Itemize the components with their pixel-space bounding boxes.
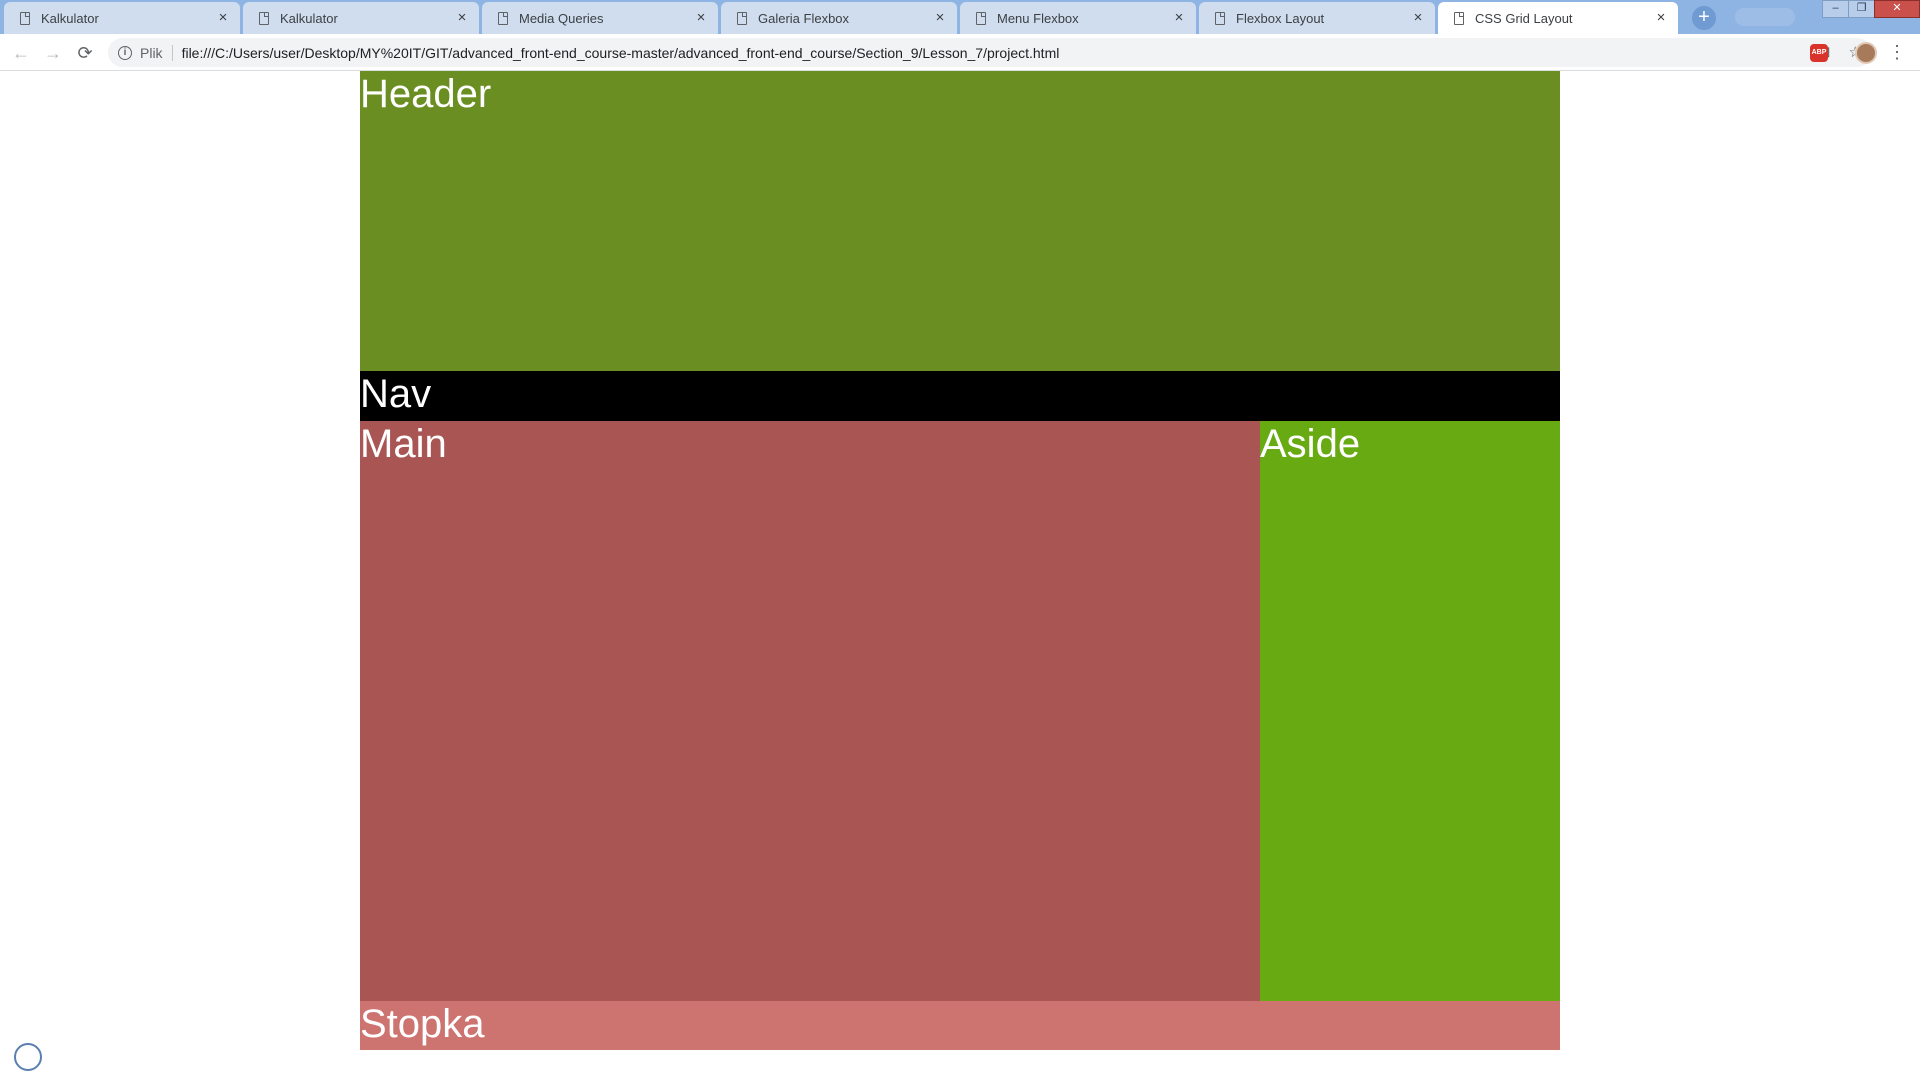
- tab-title: Kalkulator: [280, 10, 338, 26]
- tab-title: Kalkulator: [41, 10, 99, 26]
- tab-media-queries[interactable]: Media Queries ×: [482, 2, 718, 34]
- tab-flexbox-layout[interactable]: Flexbox Layout ×: [1199, 2, 1435, 34]
- browser-toolbar: ← → ⟳ i Plik file:///C:/Users/user/Deskt…: [0, 34, 1920, 71]
- close-icon[interactable]: ×: [931, 9, 949, 27]
- nav-label: Nav: [360, 372, 432, 416]
- kebab-menu-icon[interactable]: ⋮: [1888, 42, 1906, 64]
- profile-chip[interactable]: [1735, 8, 1795, 26]
- tab-menu-flexbox[interactable]: Menu Flexbox ×: [960, 2, 1196, 34]
- document-icon: [1215, 11, 1225, 25]
- close-icon[interactable]: ×: [692, 9, 710, 27]
- close-icon[interactable]: ×: [453, 9, 471, 27]
- close-icon[interactable]: ×: [214, 9, 232, 27]
- tab-kalkulator-1[interactable]: Kalkulator ×: [4, 2, 240, 34]
- info-icon[interactable]: i: [118, 45, 132, 60]
- close-icon[interactable]: ×: [1170, 9, 1188, 27]
- back-button[interactable]: ←: [9, 41, 33, 65]
- document-icon: [737, 11, 747, 25]
- header-label: Header: [360, 72, 492, 116]
- grid-nav: Nav: [360, 371, 1560, 421]
- tab-title: Media Queries: [519, 10, 604, 26]
- close-icon[interactable]: ×: [1409, 9, 1427, 27]
- grid-footer: Stopka: [360, 1001, 1560, 1050]
- grid-main: Main: [360, 421, 1260, 1001]
- page-viewport: Header Nav Main Aside Stopka: [0, 71, 1920, 1050]
- tab-strip: Kalkulator × Kalkulator × Media Queries …: [0, 0, 1920, 34]
- document-icon: [498, 11, 508, 25]
- window-controls: – ❐ ✕: [1822, 0, 1920, 18]
- adblock-extension-icon[interactable]: ABP: [1810, 44, 1828, 62]
- minimize-button[interactable]: –: [1822, 0, 1849, 18]
- document-icon: [20, 11, 30, 25]
- tab-title: Flexbox Layout: [1236, 10, 1325, 26]
- avatar[interactable]: [1855, 42, 1877, 64]
- divider: [171, 44, 173, 61]
- new-tab-button[interactable]: +: [1692, 6, 1716, 30]
- grid-container: Header Nav Main Aside Stopka: [360, 71, 1560, 1050]
- address-bar[interactable]: i Plik file:///C:/Users/user/Desktop/MY%…: [108, 38, 1872, 67]
- scheme-label: Plik: [140, 44, 163, 61]
- main-label: Main: [360, 422, 447, 466]
- maximize-button[interactable]: ❐: [1848, 0, 1875, 18]
- tab-galeria-flexbox[interactable]: Galeria Flexbox ×: [721, 2, 957, 34]
- document-icon: [1454, 11, 1464, 25]
- url-text[interactable]: file:///C:/Users/user/Desktop/MY%20IT/GI…: [182, 45, 1060, 61]
- footer-label: Stopka: [360, 1002, 485, 1046]
- window-close-button[interactable]: ✕: [1874, 0, 1920, 18]
- forward-button[interactable]: →: [41, 41, 65, 65]
- tab-title: Menu Flexbox: [997, 10, 1079, 26]
- aside-label: Aside: [1260, 422, 1361, 466]
- grid-header: Header: [360, 71, 1560, 371]
- grid-aside: Aside: [1260, 421, 1560, 1001]
- document-icon: [259, 11, 269, 25]
- document-icon: [976, 11, 986, 25]
- tab-title: Galeria Flexbox: [758, 10, 850, 26]
- reload-button[interactable]: ⟳: [73, 41, 97, 65]
- close-icon[interactable]: ×: [1652, 9, 1670, 27]
- tab-css-grid-layout[interactable]: CSS Grid Layout ×: [1438, 2, 1678, 34]
- tab-title: CSS Grid Layout: [1475, 10, 1573, 26]
- tab-kalkulator-2[interactable]: Kalkulator ×: [243, 2, 479, 34]
- overlay-badge-icon: [14, 1043, 42, 1071]
